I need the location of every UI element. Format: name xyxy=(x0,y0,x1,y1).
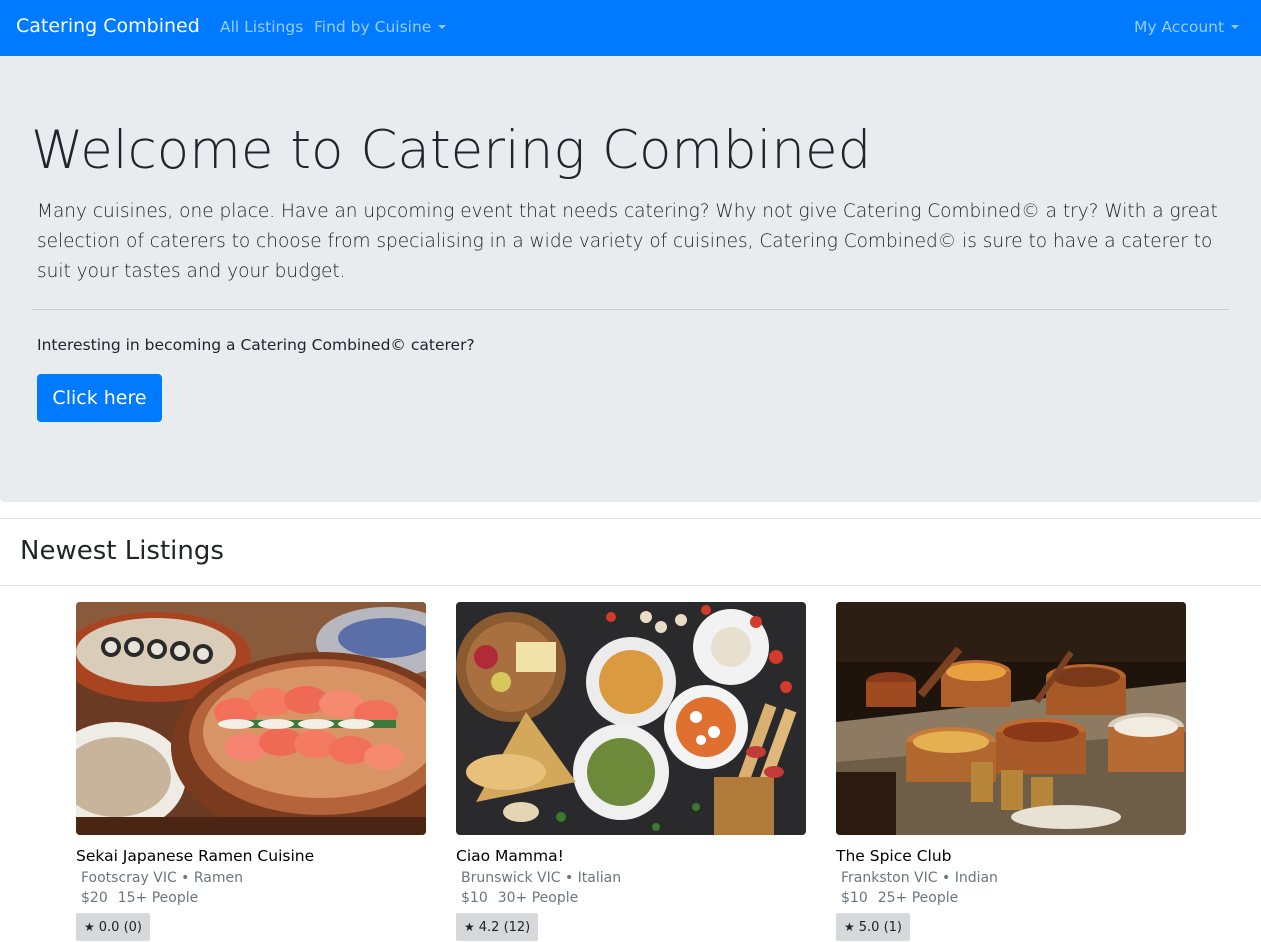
hero-lead: Many cuisines, one place. Have an upcomi… xyxy=(37,201,1218,282)
section-title: Newest Listings xyxy=(20,536,224,566)
listing-location-cuisine: Brunswick VIC • Italian xyxy=(461,870,621,886)
hero-divider xyxy=(32,309,1229,310)
chevron-down-icon xyxy=(1231,25,1240,29)
nav-all-listings[interactable]: All Listings xyxy=(220,18,303,36)
listing-cuisine: Indian xyxy=(954,870,998,886)
nav-my-account-dropdown[interactable]: My Account xyxy=(1134,18,1240,36)
nav-find-by-cuisine-label: Find by Cuisine xyxy=(314,18,432,36)
listing-card[interactable]: Sekai Japanese Ramen Cuisine Footscray V… xyxy=(76,602,426,942)
chevron-down-icon xyxy=(438,25,447,29)
listing-card[interactable]: The Spice Club Frankston VIC • Indian $1… xyxy=(836,602,1186,942)
rating-badge: ★ 0.0 (0) xyxy=(76,913,150,941)
hero-title: Welcome to Catering Combined xyxy=(31,120,872,181)
indian-buffet-photo xyxy=(836,602,1186,835)
hero-jumbotron: Welcome to Catering Combined Many cuisin… xyxy=(0,56,1261,502)
rating-value: 0.0 (0) xyxy=(98,919,142,935)
rating-value: 5.0 (1) xyxy=(858,919,902,935)
brand-link[interactable]: Catering Combined xyxy=(16,15,200,37)
listing-card[interactable]: Ciao Mamma! Brunswick VIC • Italian $10 3… xyxy=(456,602,806,942)
meta-separator: • xyxy=(564,870,574,886)
sushi-photo xyxy=(76,602,426,835)
listing-price-row: $20 15+ People xyxy=(81,890,198,906)
star-icon: ★ xyxy=(464,920,475,934)
nav-find-by-cuisine-dropdown[interactable]: Find by Cuisine xyxy=(314,18,447,36)
listing-price: $20 xyxy=(81,890,108,906)
listing-location: Brunswick VIC xyxy=(461,870,561,886)
listing-name[interactable]: Ciao Mamma! xyxy=(456,847,564,865)
listing-image-italian[interactable] xyxy=(456,602,806,835)
listing-image-sushi[interactable] xyxy=(76,602,426,835)
listing-price-row: $10 25+ People xyxy=(841,890,958,906)
become-caterer-button[interactable]: Click here xyxy=(37,374,162,422)
listing-cuisine: Italian xyxy=(577,870,622,886)
meta-separator: • xyxy=(181,870,190,886)
section-top-divider xyxy=(0,518,1261,519)
listing-people: 15+ People xyxy=(117,890,199,906)
rating-value: 4.2 (12) xyxy=(478,919,531,935)
rating-badge: ★ 4.2 (12) xyxy=(456,913,539,941)
listing-cuisine: Ramen xyxy=(193,870,244,886)
listing-location: Footscray VIC xyxy=(81,870,177,886)
rating-badge: ★ 5.0 (1) xyxy=(836,913,910,941)
listing-location: Frankston VIC xyxy=(841,870,938,886)
listing-name[interactable]: Sekai Japanese Ramen Cuisine xyxy=(76,847,314,865)
listing-price-row: $10 30+ People xyxy=(461,890,578,906)
listing-image-indian[interactable] xyxy=(836,602,1186,835)
listing-location-cuisine: Footscray VIC • Ramen xyxy=(81,870,243,886)
listing-price: $10 xyxy=(841,890,868,906)
star-icon: ★ xyxy=(84,920,95,934)
listing-location-cuisine: Frankston VIC • Indian xyxy=(841,870,998,886)
listing-name[interactable]: The Spice Club xyxy=(836,847,952,865)
listing-people: 25+ People xyxy=(877,890,959,906)
listing-price: $10 xyxy=(461,890,488,906)
star-icon: ★ xyxy=(844,920,855,934)
section-bottom-divider xyxy=(0,585,1261,586)
meta-separator: • xyxy=(941,870,951,886)
italian-food-photo xyxy=(456,602,806,835)
listing-people: 30+ People xyxy=(497,890,579,906)
hero-question: Interesting in becoming a Catering Combi… xyxy=(37,336,475,354)
nav-my-account-label: My Account xyxy=(1134,18,1225,36)
navbar: Catering Combined All Listings Find by C… xyxy=(0,0,1261,56)
